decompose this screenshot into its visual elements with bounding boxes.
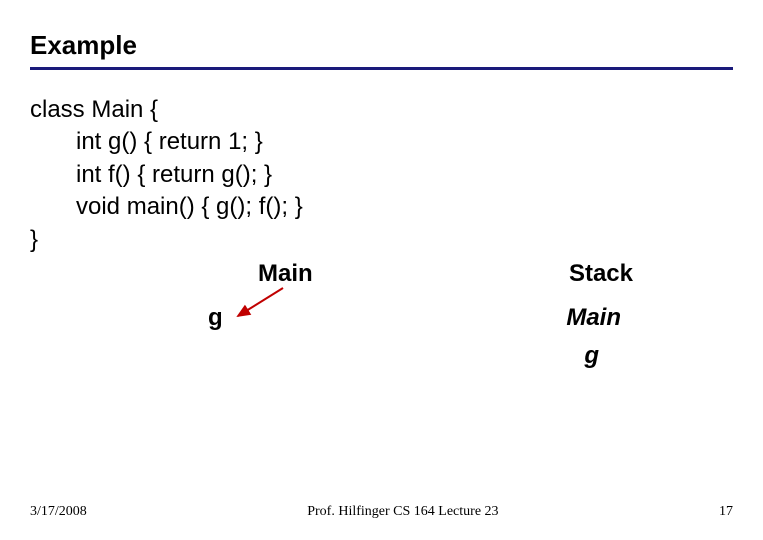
stack-header: Stack [569,260,633,288]
diagram-g-label: g [208,304,223,332]
footer-date: 3/17/2008 [30,504,87,520]
diagram: Main g Stack Main g [30,260,733,390]
code-line-4: void main() { g(); f(); } [30,191,733,223]
stack-item-g: g [584,342,599,370]
title-rule [30,67,733,70]
slide: Example class Main { int g() { return 1;… [0,0,763,540]
code-line-2: int g() { return 1; } [30,126,733,158]
slide-title: Example [30,30,733,61]
code-line-3: int f() { return g(); } [30,159,733,191]
code-line-5: } [30,224,733,256]
footer-page: 17 [719,504,733,520]
code-line-1: class Main { [30,94,733,126]
stack-item-main: Main [566,304,621,332]
arrow-icon [228,280,298,324]
slide-footer: 3/17/2008 Prof. Hilfinger CS 164 Lecture… [0,504,763,520]
footer-center: Prof. Hilfinger CS 164 Lecture 23 [307,504,498,520]
code-block: class Main { int g() { return 1; } int f… [30,94,733,256]
